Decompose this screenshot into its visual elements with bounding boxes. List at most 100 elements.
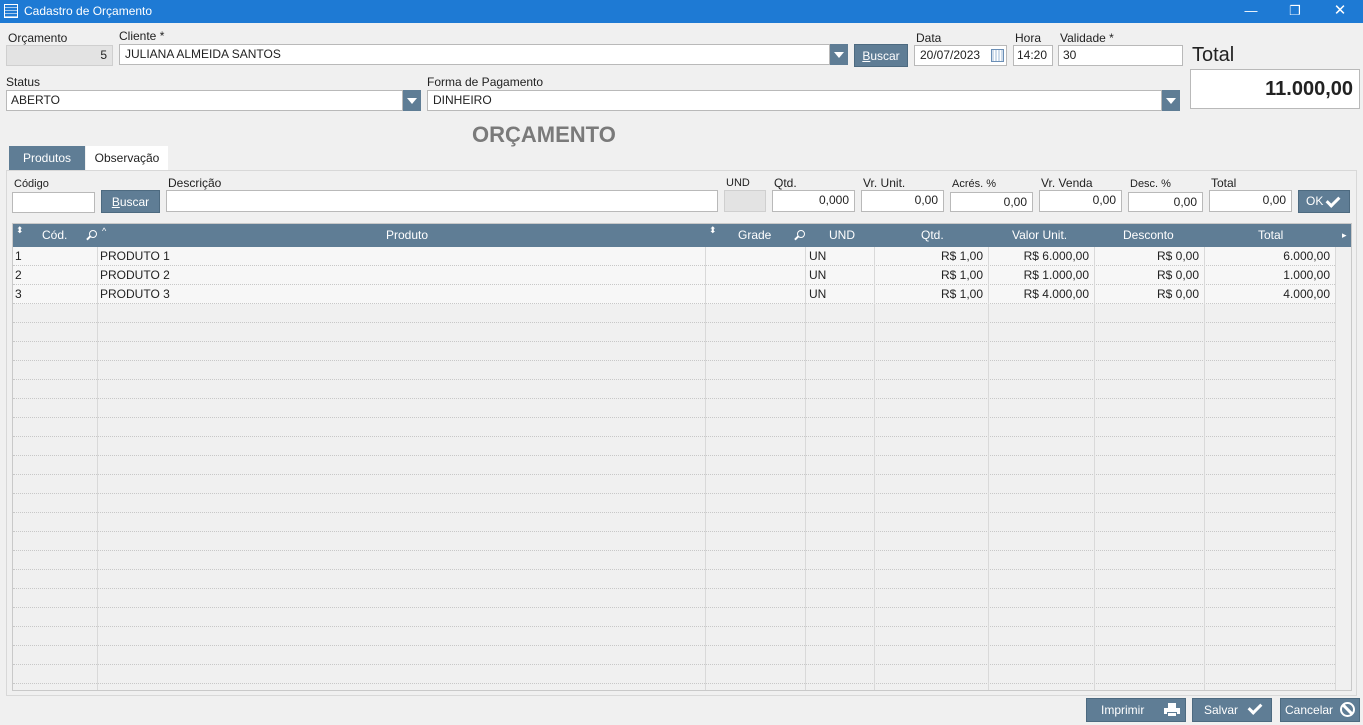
tab-observacao[interactable]: Observação [86, 146, 168, 171]
acres-label: Acrés. % [952, 178, 997, 190]
data-field[interactable]: 20/07/2023 [914, 45, 1007, 66]
cliente-field[interactable]: JULIANA ALMEIDA SANTOS [119, 44, 830, 65]
close-button[interactable]: ✕ [1317, 0, 1363, 23]
col-valor-unit[interactable]: Valor Unit. [1012, 224, 1067, 247]
cell-und: UN [809, 249, 827, 263]
cell-grade [708, 266, 802, 285]
hotkey-letter: B [111, 195, 120, 209]
col-desconto[interactable]: Desconto [1123, 224, 1174, 247]
imprimir-button[interactable]: Imprimir [1086, 698, 1186, 722]
entry-total-field[interactable]: 0,00 [1209, 190, 1292, 212]
empty-row[interactable] [13, 665, 1335, 684]
sort-icon[interactable]: ⬍ [16, 226, 24, 235]
ban-icon [1340, 702, 1355, 717]
empty-row[interactable] [13, 570, 1335, 589]
empty-row[interactable] [13, 551, 1335, 570]
cliente-buscar-button[interactable]: Buscar [854, 44, 908, 67]
hora-label: Hora [1015, 31, 1042, 45]
col-qtd[interactable]: Qtd. [921, 224, 944, 247]
produto-buscar-button[interactable]: Buscar [101, 190, 160, 213]
cell-total: 1.000,00 [1283, 268, 1330, 282]
empty-row[interactable] [13, 589, 1335, 608]
grid-scrollbar[interactable] [1335, 247, 1351, 690]
empty-row[interactable] [13, 532, 1335, 551]
ok-button[interactable]: OK [1298, 190, 1350, 213]
products-grid[interactable]: ⬍ Cód. ^ Produto ⬍ Grade UND Qtd. Valor … [12, 223, 1352, 691]
check-icon [1247, 700, 1263, 715]
col-divider [705, 247, 706, 690]
empty-row[interactable] [13, 437, 1335, 456]
empty-row[interactable] [13, 646, 1335, 665]
empty-row[interactable] [13, 627, 1335, 646]
tab-produtos[interactable]: Produtos [9, 146, 85, 171]
entry-total-label: Total [1211, 176, 1237, 190]
col-grade[interactable]: Grade [738, 224, 771, 247]
cell-grade [708, 285, 802, 304]
form-icon [4, 4, 18, 18]
maximize-button[interactable]: ❐ [1272, 0, 1318, 23]
empty-row[interactable] [13, 304, 1335, 323]
col-divider [1094, 247, 1095, 690]
col-produto[interactable]: Produto [386, 224, 428, 247]
empty-row[interactable] [13, 513, 1335, 532]
cancelar-label: Cancelar [1285, 703, 1334, 717]
codigo-field[interactable] [12, 192, 95, 213]
empty-row[interactable] [13, 456, 1335, 475]
desc-label: Desc. % [1130, 178, 1171, 190]
salvar-label: Salvar [1204, 703, 1239, 717]
validade-label: Validade * [1060, 31, 1114, 45]
status-label: Status [6, 75, 41, 89]
empty-row[interactable] [13, 418, 1335, 437]
table-row[interactable]: 1 PRODUTO 1 UN R$ 1,00 R$ 6.000,00 R$ 0,00 6.0… [13, 247, 1335, 266]
cell-desconto: R$ 0,00 [1156, 249, 1199, 263]
empty-row[interactable] [13, 399, 1335, 418]
validade-field[interactable]: 30 [1058, 45, 1183, 66]
search-icon[interactable] [89, 230, 97, 238]
calendar-icon[interactable] [991, 49, 1004, 62]
scroll-right-icon[interactable]: ▸ [1342, 231, 1347, 240]
status-dropdown-button[interactable] [403, 90, 421, 111]
col-total[interactable]: Total [1258, 224, 1283, 247]
cell-valor-unit: R$ 6.000,00 [1023, 249, 1089, 263]
descricao-label: Descrição [168, 176, 222, 190]
status-field[interactable]: ABERTO [6, 90, 403, 111]
orcamento-label: Orçamento [8, 31, 68, 45]
imprimir-label: Imprimir [1101, 703, 1145, 717]
cell-valor-unit: R$ 1.000,00 [1023, 268, 1089, 282]
cliente-dropdown-button[interactable] [830, 44, 848, 65]
acres-field[interactable]: 0,00 [950, 192, 1033, 212]
pagamento-label: Forma de Pagamento [427, 75, 544, 89]
sort-icon[interactable]: ⬍ [709, 226, 717, 235]
empty-row[interactable] [13, 684, 1335, 690]
window-title: Cadastro de Orçamento [24, 4, 153, 18]
cell-cod: 1 [15, 249, 22, 263]
minimize-button[interactable]: — [1228, 0, 1274, 23]
empty-row[interactable] [13, 323, 1335, 342]
desc-field[interactable]: 0,00 [1128, 192, 1203, 212]
empty-row[interactable] [13, 342, 1335, 361]
table-row[interactable]: 3 PRODUTO 3 UN R$ 1,00 R$ 4.000,00 R$ 0,00 4.0… [13, 285, 1335, 304]
empty-row[interactable] [13, 494, 1335, 513]
vr-venda-field[interactable]: 0,00 [1039, 190, 1122, 212]
cancelar-button[interactable]: Cancelar [1280, 698, 1360, 722]
empty-row[interactable] [13, 380, 1335, 399]
qtd-field[interactable]: 0,000 [772, 190, 855, 212]
cliente-label: Cliente * [119, 29, 165, 43]
empty-row[interactable] [13, 475, 1335, 494]
col-und[interactable]: UND [829, 224, 855, 247]
empty-row[interactable] [13, 361, 1335, 380]
check-icon [1325, 193, 1341, 208]
col-cod[interactable]: Cód. [42, 224, 67, 247]
table-row[interactable]: 2 PRODUTO 2 UN R$ 1,00 R$ 1.000,00 R$ 0,00 1.0… [13, 266, 1335, 285]
cell-qtd: R$ 1,00 [940, 249, 983, 263]
sort-asc-icon[interactable]: ^ [102, 227, 106, 236]
vr-unit-field[interactable]: 0,00 [861, 190, 944, 212]
hora-field[interactable]: 14:20 [1013, 45, 1053, 66]
search-icon[interactable] [797, 230, 805, 238]
salvar-button[interactable]: Salvar [1192, 698, 1272, 722]
empty-row[interactable] [13, 608, 1335, 627]
pagamento-dropdown-button[interactable] [1162, 90, 1180, 111]
pagamento-field[interactable]: DINHEIRO [427, 90, 1162, 111]
data-label: Data [916, 31, 942, 45]
descricao-field[interactable] [166, 190, 718, 212]
